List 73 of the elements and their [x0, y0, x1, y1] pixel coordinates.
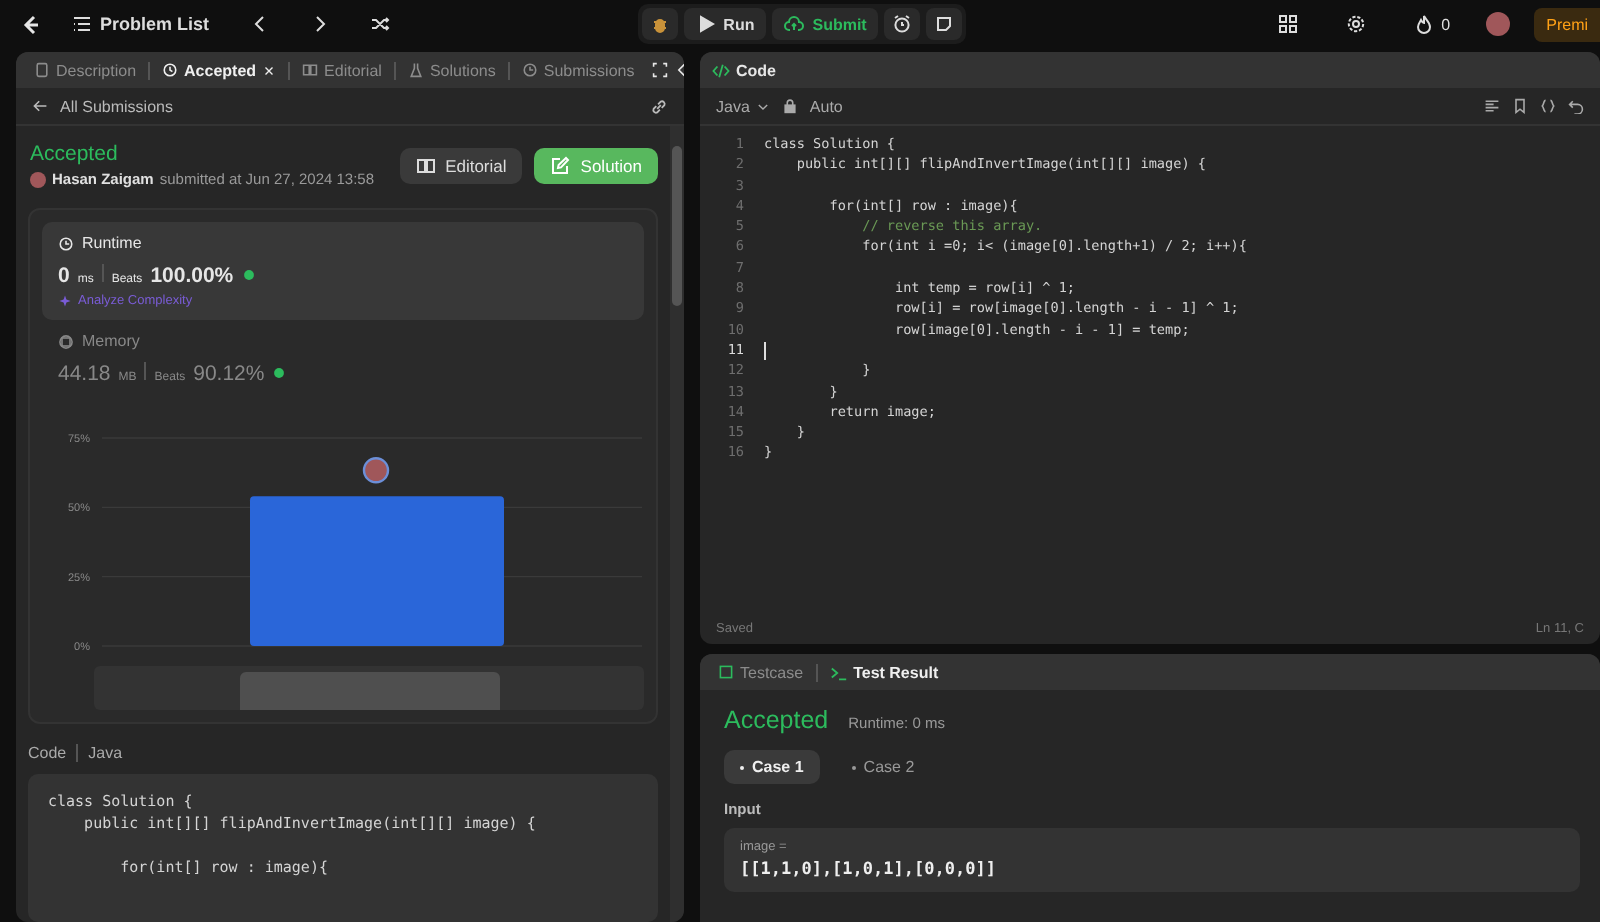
premium-button[interactable]: Premi [1534, 7, 1600, 41]
submit-button[interactable]: Submit [772, 8, 879, 40]
checkbox-icon [718, 664, 734, 680]
back-link[interactable]: All Submissions [60, 97, 173, 115]
panel-tab[interactable]: Testcase [712, 661, 810, 683]
arrow-left-icon [32, 98, 48, 114]
cloud-upload-icon [784, 14, 805, 34]
panel-tab[interactable]: Solutions [401, 59, 502, 81]
sparkle-icon [58, 294, 72, 308]
undo-icon [1568, 98, 1584, 114]
panel-title: Code [736, 61, 776, 79]
close-icon[interactable] [262, 63, 277, 77]
metric-value: 0 [58, 264, 70, 288]
panel-tab[interactable]: Accepted [156, 59, 283, 81]
panel-tab[interactable]: Description [28, 59, 143, 81]
avatar[interactable] [1486, 12, 1511, 36]
submission-status: Accepted [30, 142, 120, 166]
metric-title: Runtime [82, 234, 142, 252]
document-icon [34, 62, 50, 78]
lock-icon [781, 98, 798, 114]
panel-tab[interactable]: Editorial [296, 59, 388, 81]
edit-icon [550, 155, 571, 175]
case-tab[interactable]: Case 2 [835, 750, 931, 784]
editorial-button[interactable]: Editorial [399, 147, 523, 183]
case-tab[interactable]: Case 1 [724, 750, 820, 784]
play-icon [695, 14, 716, 34]
badge-icon [241, 268, 256, 282]
text-cursor [764, 341, 766, 360]
grid-icon [1277, 14, 1298, 34]
alarm-clock-icon [892, 14, 913, 34]
format-icon [1484, 98, 1500, 114]
debug-button[interactable] [641, 8, 678, 40]
code-icon [712, 61, 730, 79]
metric-title: Memory [82, 332, 140, 350]
link-icon [650, 97, 668, 115]
code-label: Code [28, 744, 67, 762]
book-icon [302, 62, 319, 78]
bookmark-icon [1512, 98, 1528, 114]
notes-button[interactable] [926, 8, 963, 40]
streak-counter[interactable]: 0 [1401, 8, 1463, 40]
note-icon [934, 14, 955, 34]
list-icon [72, 14, 92, 34]
braces-icon [1540, 98, 1556, 114]
problem-list-button[interactable]: Problem List [60, 8, 222, 40]
expand-icon [652, 62, 669, 78]
user-avatar [30, 171, 46, 187]
chevron-left-icon [249, 14, 270, 34]
result-status: Accepted [724, 706, 829, 734]
panel-tab[interactable]: Test Result [823, 661, 945, 683]
timer-button[interactable] [884, 8, 921, 40]
badge-icon [272, 366, 287, 380]
chevron-down-icon [755, 99, 770, 113]
flask-icon [407, 62, 424, 78]
settings-icon [1345, 14, 1366, 34]
code-language: Java [88, 744, 123, 762]
terminal-icon [829, 663, 848, 681]
metric-value: 44.18 [58, 362, 111, 386]
shuffle-icon [369, 14, 390, 34]
panel-tab[interactable]: Submissions [515, 59, 641, 81]
clock-icon [521, 62, 538, 78]
mode-label[interactable]: Auto [809, 97, 843, 115]
book-icon [415, 155, 436, 175]
input-value: [[1,1,0],[1,0,1],[0,0,0]] [740, 860, 998, 880]
scrollbar[interactable] [670, 126, 684, 922]
run-button[interactable]: Run [683, 8, 767, 40]
history-icon [162, 62, 179, 78]
beats-percent: 100.00% [150, 264, 234, 288]
flame-icon [1413, 14, 1434, 34]
clock-icon [58, 235, 74, 251]
beats-percent: 90.12% [193, 362, 265, 386]
language-dropdown[interactable]: Java [716, 97, 770, 115]
chart-scrollbar[interactable] [94, 666, 644, 710]
avatar-marker [362, 457, 390, 484]
